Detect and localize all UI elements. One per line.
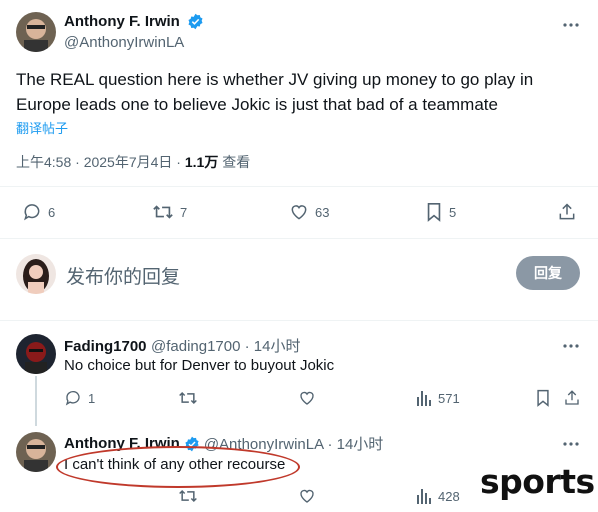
reply-count: 6 <box>48 204 56 220</box>
reply-handle-time[interactable]: @fading1700 · 14小时 <box>151 338 300 355</box>
like-action[interactable] <box>298 487 316 505</box>
retweet-icon <box>178 487 198 505</box>
more-options-icon[interactable] <box>562 16 580 34</box>
reply-action[interactable]: 6 <box>22 202 55 222</box>
my-avatar[interactable] <box>16 254 56 294</box>
tweet-text-line: Europe leads one to believe Jokic is jus… <box>16 95 498 114</box>
analytics-icon <box>416 487 432 505</box>
more-options-icon[interactable] <box>562 337 580 355</box>
reply-action[interactable]: 1 <box>64 389 95 407</box>
tweet-meta: 上午4:58 · 2025年7月4日 · 1.1万 查看 <box>16 152 250 172</box>
bookmark-action[interactable]: 5 <box>425 202 456 222</box>
views-count: 428 <box>438 488 460 504</box>
like-count: 63 <box>315 204 330 220</box>
reply-compose-input[interactable]: 发布你的回复 <box>66 262 180 289</box>
retweet-icon <box>178 389 198 407</box>
views-action[interactable]: 571 <box>416 389 460 407</box>
share-icon <box>557 202 577 222</box>
views-label: 查看 <box>218 154 251 170</box>
retweet-count: 7 <box>180 204 188 220</box>
reply-submit-button[interactable]: 回复 <box>516 256 580 290</box>
heart-icon <box>298 389 316 407</box>
analytics-icon <box>416 389 432 407</box>
share-icon[interactable] <box>563 389 581 407</box>
reply-text: No choice but for Denver to buyout Jokic <box>64 357 335 374</box>
reply-author-avatar[interactable] <box>16 432 56 472</box>
share-action[interactable] <box>557 202 577 222</box>
author-avatar[interactable] <box>16 12 56 52</box>
more-options-icon[interactable] <box>562 435 580 453</box>
retweet-action[interactable] <box>178 389 198 407</box>
verified-badge-icon <box>187 13 204 30</box>
tweet-timestamp[interactable]: 上午4:58 · 2025年7月4日 · <box>16 154 185 170</box>
author-name[interactable]: Anthony F. Irwin <box>64 13 180 30</box>
tweet-text: The REAL question here is whether JV giv… <box>16 67 586 117</box>
reply-icon <box>64 389 82 407</box>
reply-author-name[interactable]: Fading1700 <box>64 338 147 355</box>
bookmark-icon[interactable] <box>535 389 551 407</box>
like-action[interactable]: 63 <box>289 202 329 222</box>
bookmark-icon <box>425 202 443 222</box>
heart-icon <box>289 202 309 222</box>
tweet-text-line: The REAL question here is whether JV giv… <box>16 70 534 89</box>
retweet-action[interactable] <box>178 487 198 505</box>
retweet-icon <box>152 202 174 222</box>
views-count: 1.1万 <box>184 154 219 170</box>
heart-icon <box>298 487 316 505</box>
like-action[interactable] <box>298 389 316 407</box>
reply-author-avatar[interactable] <box>16 334 56 374</box>
views-action[interactable]: 428 <box>416 487 460 505</box>
retweet-action[interactable]: 7 <box>152 202 187 222</box>
reply-header: Fading1700 @fading1700 · 14小时 <box>64 335 300 356</box>
translate-post-link[interactable]: 翻译帖子 <box>16 118 68 137</box>
sports-watermark: sports <box>480 462 595 501</box>
bookmark-count: 5 <box>449 204 457 220</box>
reply-count: 1 <box>88 390 96 406</box>
thread-connector <box>35 376 37 426</box>
author-handle[interactable]: @AnthonyIrwinLA <box>64 34 184 51</box>
views-count: 571 <box>438 390 460 406</box>
highlight-annotation <box>56 446 300 488</box>
reply-icon <box>22 202 42 222</box>
